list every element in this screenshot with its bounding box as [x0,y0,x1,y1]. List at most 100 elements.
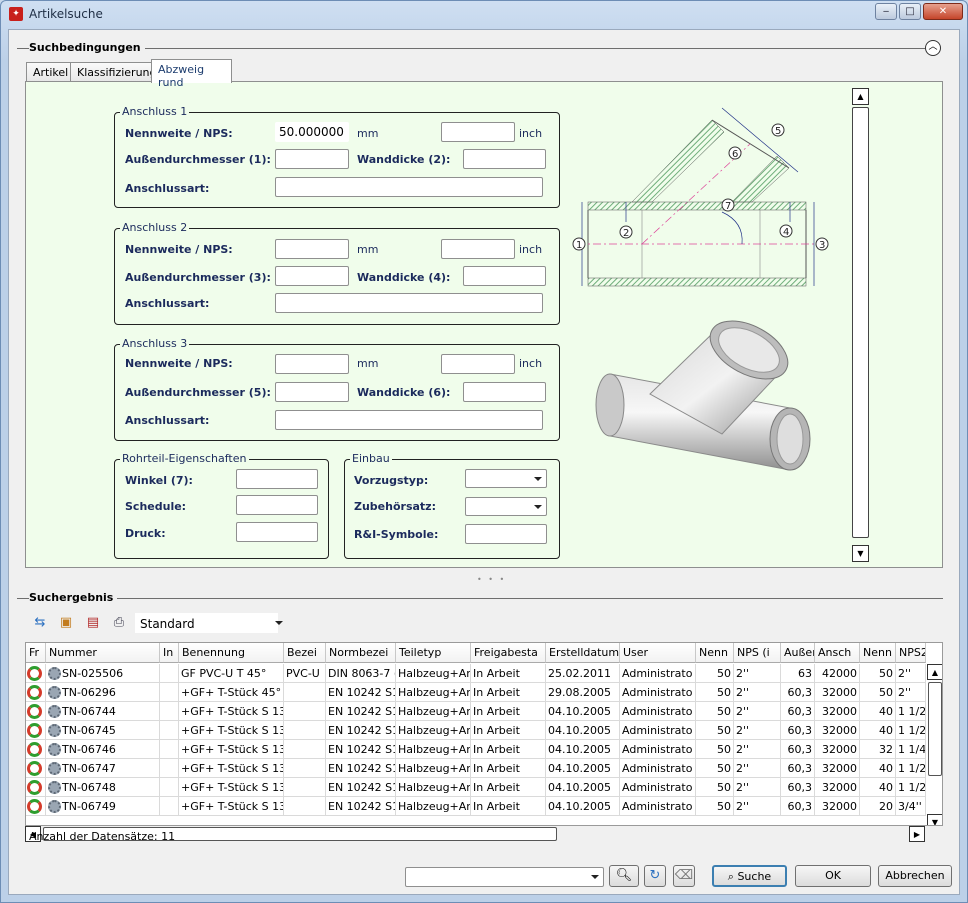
wanddicke-6-input[interactable] [463,382,546,402]
nps-2-input[interactable] [441,239,515,259]
anschlussart-2-input[interactable] [275,293,543,313]
table-row[interactable]: TN-06748 +GF+ T-Stück S 130, EN 10242 S13H… [26,778,926,797]
abbrechen-button[interactable]: Abbrechen [878,865,952,887]
aussendurchmesser-5-input[interactable] [275,382,349,402]
scroll-up-icon[interactable]: ▲ [852,88,869,105]
table-cell: 2'' [734,702,781,721]
table-cell: 1 1/2' [896,778,926,797]
table-cell: 04.10.2005 [546,797,620,816]
print-icon[interactable]: ⎙ [110,614,128,632]
panel-scrollbar[interactable]: ▲ ▼ [852,88,869,562]
scroll-right-icon[interactable]: ▶ [909,826,925,842]
column-header[interactable]: Ansch [815,643,860,663]
gear-icon [48,800,61,813]
scroll-down-icon[interactable]: ▼ [852,545,869,562]
column-header[interactable]: Normbezei [326,643,396,663]
aussendurchmesser-3-input[interactable] [275,266,349,286]
refresh-arrows-icon[interactable]: ⇆ [31,614,49,632]
column-header[interactable]: Fr [26,643,46,663]
scroll-thumb[interactable] [928,682,942,776]
vorzugstyp-dropdown[interactable] [465,469,547,488]
tab-abzweig-rund[interactable]: Abzweig rund [151,59,232,89]
column-header[interactable]: Freigabesta [471,643,546,663]
column-header[interactable]: Bezei [284,643,326,663]
tab-klassifizierung[interactable]: Klassifizierung [70,62,157,82]
column-header[interactable]: Benennung [179,643,284,663]
aussendurchmesser-1-input[interactable] [275,149,349,169]
table-cell [284,740,326,759]
gear-icon [48,781,61,794]
title-bar[interactable]: ✦ Artikelsuche ‒ □ ✕ [1,1,967,27]
nennweite-2-input[interactable] [275,239,349,259]
zubehoersatz-dropdown[interactable] [465,497,547,516]
druck-input[interactable] [236,522,318,542]
gear-icon [48,705,61,718]
maximize-button[interactable]: □ [899,3,921,20]
nps-3-input[interactable] [441,354,515,374]
pipe-3d-image [595,320,811,471]
diagram-label-4: 4 [783,227,789,238]
column-header[interactable]: Erstelldatum [546,643,620,663]
minimize-button[interactable]: ‒ [875,3,897,20]
table-row[interactable]: TN-06744 +GF+ T-Stück S 130, EN 10242 S13H… [26,702,926,721]
schedule-input[interactable] [236,495,318,515]
column-header[interactable]: Teiletyp [396,643,471,663]
mm-unit: mm [357,127,379,140]
nennweite-3-input[interactable] [275,354,349,374]
table-row[interactable]: TN-06749 +GF+ T-Stück S 130 EN 10242 S13Ha… [26,797,926,816]
wanddicke-4-input[interactable] [463,266,546,286]
collapse-icon[interactable]: ︿ [925,40,941,56]
mm-unit: mm [357,357,379,370]
column-header[interactable]: In [160,643,179,663]
column-header[interactable]: Nummer [46,643,160,663]
table-vscrollbar[interactable]: ▲ ▼ [927,664,942,825]
refresh-icon[interactable]: ↻ [644,865,666,887]
table-cell: Halbzeug+An [396,797,471,816]
chevron-down-icon[interactable] [275,621,283,625]
scroll-up-icon[interactable]: ▲ [927,664,942,680]
table-row[interactable]: SN-025506 GF PVC-U T 45°PVC-UDIN 8063-7 (… [26,664,926,683]
view-combo[interactable]: Standard [135,613,278,633]
table-row[interactable]: TN-06746 +GF+ T-Stück S 130, EN 10242 S13H… [26,740,926,759]
nps-1-input[interactable] [441,122,515,142]
tab-artikel[interactable]: Artikel [26,62,71,82]
image-export-icon[interactable]: ▣ [57,614,75,632]
splitter-handle[interactable]: • • • [477,575,506,584]
anschlussart-1-input[interactable] [275,177,543,197]
scroll-down-icon[interactable]: ▼ [927,814,942,825]
table-row[interactable]: TN-06745 +GF+ T-Stück S 130, EN 10242 S13H… [26,721,926,740]
anschlussart-3-input[interactable] [275,410,543,430]
table-cell: TN-06745 [46,721,160,740]
table-cell: +GF+ T-Stück S 130 [179,797,284,816]
table-cell: +GF+ T-Stück S 130, [179,759,284,778]
column-header[interactable]: Nenn [860,643,896,663]
table-cell: 2'' [734,740,781,759]
table-cell: 32000 [815,740,860,759]
table-cell: 60,3 [781,778,815,797]
column-header[interactable]: Außer [781,643,815,663]
table-cell: 2'' [734,797,781,816]
scroll-thumb[interactable] [852,107,869,538]
close-button[interactable]: ✕ [923,3,963,20]
table-row[interactable]: TN-06747 +GF+ T-Stück S 130, EN 10242 S13H… [26,759,926,778]
column-header[interactable]: Nenn [696,643,734,663]
search-history-dropdown[interactable] [405,867,604,887]
ri-symbole-input[interactable] [465,524,547,544]
table-cell: Halbzeug+An [396,759,471,778]
suche-button[interactable]: ⌕ Suche [712,865,787,887]
winkel-input[interactable] [236,469,318,489]
wanddicke-2-input[interactable] [463,149,546,169]
ok-button[interactable]: OK [795,865,871,887]
search-options-icon[interactable]: 🔍︎ [609,865,639,887]
table-cell: 1 1/2' [896,759,926,778]
column-header[interactable]: NPS2 [896,643,926,663]
column-header[interactable]: NPS (i [734,643,781,663]
nennweite-1-input[interactable]: 50.000000 [275,122,349,142]
table-cell: 04.10.2005 [546,759,620,778]
column-header[interactable]: User [620,643,696,663]
table-row[interactable]: TN-06296 +GF+ T-Stück 45° S 1 EN 10242 S16… [26,683,926,702]
table-cell: Administrato [620,664,696,683]
pdf-export-icon[interactable]: ▤ [84,614,102,632]
table-cell: 2'' [734,664,781,683]
eraser-icon[interactable]: ⌫ [673,865,695,887]
